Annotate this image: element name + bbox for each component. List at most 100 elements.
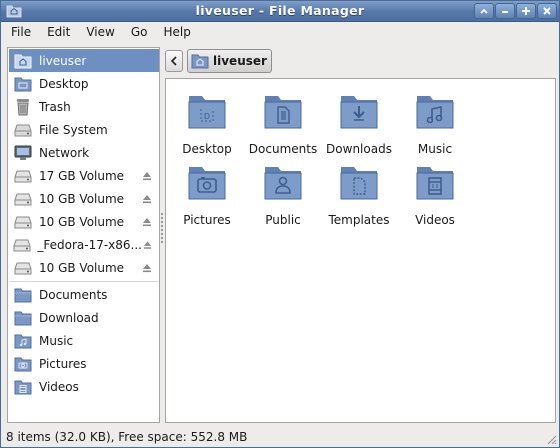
public-folder-icon bbox=[264, 167, 302, 200]
menu-view[interactable]: View bbox=[77, 22, 121, 42]
maximize-button[interactable] bbox=[516, 3, 536, 19]
drive-icon bbox=[14, 216, 32, 228]
minimize-icon bbox=[502, 11, 508, 13]
menu-edit[interactable]: Edit bbox=[38, 22, 77, 42]
sidebar-item-label: Videos bbox=[39, 379, 79, 394]
file-item-videos[interactable]: Videos bbox=[397, 163, 473, 227]
sidebar-item-label: Trash bbox=[39, 99, 71, 114]
path-bar: liveuser bbox=[165, 47, 272, 75]
file-item-downloads[interactable]: Downloads bbox=[321, 92, 397, 156]
sidebar-item-label: 10 GB Volume bbox=[39, 214, 125, 229]
file-item-label: Pictures bbox=[183, 213, 231, 227]
sidebar-item-label: liveuser bbox=[39, 53, 87, 68]
sidebar-item-17gb-volume[interactable]: 17 GB Volume bbox=[9, 164, 159, 187]
menu-go[interactable]: Go bbox=[122, 22, 155, 42]
sidebar-item-music[interactable]: Music bbox=[9, 329, 159, 352]
file-item-label: Desktop bbox=[182, 142, 232, 156]
minimize-button[interactable] bbox=[495, 3, 515, 19]
sidebar-item-download[interactable]: Download bbox=[9, 306, 159, 329]
close-icon bbox=[543, 7, 551, 15]
sidebar-item-documents[interactable]: Documents bbox=[9, 283, 159, 306]
file-item-public[interactable]: Public bbox=[245, 163, 321, 227]
sidebar-item-liveuser[interactable]: liveuser bbox=[9, 49, 159, 72]
drive-icon bbox=[14, 170, 32, 182]
maximize-icon bbox=[522, 7, 530, 15]
eject-icon[interactable] bbox=[141, 262, 153, 274]
sidebar-item-file-system[interactable]: File System bbox=[9, 118, 159, 141]
desktop-folder-icon: D bbox=[188, 96, 226, 129]
file-item-desktop[interactable]: D Desktop bbox=[169, 92, 245, 156]
file-item-label: Music bbox=[417, 142, 453, 156]
videos-folder-icon bbox=[416, 167, 454, 200]
resize-grip-icon[interactable] bbox=[545, 433, 557, 445]
sidebar-item-trash[interactable]: Trash bbox=[9, 95, 159, 118]
eject-icon[interactable] bbox=[142, 239, 153, 251]
sidebar-item-10gb-volume[interactable]: 10 GB Volume bbox=[9, 187, 159, 210]
sidebar-item-label: Music bbox=[39, 333, 74, 348]
folder-icon bbox=[14, 288, 32, 302]
file-item-label: Downloads bbox=[326, 142, 392, 156]
drive-icon bbox=[14, 193, 32, 205]
shade-button[interactable] bbox=[474, 3, 494, 19]
sidebar-item-desktop[interactable]: Desktop bbox=[9, 72, 159, 95]
downloads-folder-icon bbox=[340, 96, 378, 129]
sidebar-item-label: Network bbox=[39, 145, 90, 160]
file-view: D Desktop Documents Downloads Music Pict… bbox=[165, 78, 556, 423]
sidebar-item-network[interactable]: Network bbox=[9, 141, 159, 164]
file-item-label: Templates bbox=[328, 213, 390, 227]
file-item-documents[interactable]: Documents bbox=[245, 92, 321, 156]
eject-icon[interactable] bbox=[141, 170, 153, 182]
pictures-folder-icon bbox=[14, 357, 32, 371]
sidebar-separator bbox=[9, 281, 159, 282]
music-folder-icon bbox=[416, 96, 454, 129]
sidebar-item-label: Desktop bbox=[39, 76, 89, 91]
sidebar-item-videos[interactable]: Videos bbox=[9, 375, 159, 398]
menu-file[interactable]: File bbox=[1, 22, 38, 42]
chevron-left-icon bbox=[170, 56, 177, 66]
sidebar-item-label: 10 GB Volume bbox=[39, 191, 125, 206]
chevron-up-icon bbox=[480, 8, 488, 14]
trash-icon bbox=[17, 98, 29, 115]
home-folder-icon bbox=[191, 54, 209, 69]
file-manager-window: liveuser - File Manager File Edit View G… bbox=[0, 0, 560, 448]
sidebar-item-label: 17 GB Volume bbox=[39, 168, 125, 183]
sidebar-item-fedora-volume[interactable]: _Fedora-17-x86... bbox=[9, 233, 159, 256]
music-folder-icon bbox=[14, 334, 32, 348]
sidebar-item-label: Documents bbox=[39, 287, 108, 302]
breadcrumb-liveuser[interactable]: liveuser bbox=[187, 49, 272, 73]
pictures-folder-icon bbox=[188, 167, 226, 200]
path-back-button[interactable] bbox=[165, 50, 183, 72]
sidebar-item-label: _Fedora-17-x86... bbox=[37, 237, 142, 252]
eject-icon[interactable] bbox=[141, 216, 153, 228]
drive-icon bbox=[14, 262, 32, 274]
sidebar-item-label: File System bbox=[39, 122, 108, 137]
eject-icon[interactable] bbox=[141, 193, 153, 205]
status-text: 8 items (32.0 KB), Free space: 552.8 MB bbox=[6, 430, 248, 444]
status-bar: 8 items (32.0 KB), Free space: 552.8 MB bbox=[1, 426, 559, 447]
network-icon bbox=[14, 145, 32, 160]
close-button[interactable] bbox=[537, 3, 557, 19]
menu-bar: File Edit View Go Help bbox=[1, 22, 559, 42]
sidebar-item-label: Pictures bbox=[39, 356, 87, 371]
file-item-label: Public bbox=[265, 213, 301, 227]
sidebar-item-label: Download bbox=[39, 310, 99, 325]
desktop-folder-icon bbox=[14, 77, 32, 91]
documents-folder-icon bbox=[264, 96, 302, 129]
breadcrumb-label: liveuser bbox=[213, 54, 267, 68]
drive-icon bbox=[14, 124, 32, 136]
sidebar-item-label: 10 GB Volume bbox=[39, 260, 125, 275]
file-item-music[interactable]: Music bbox=[397, 92, 473, 156]
file-item-label: Documents bbox=[248, 142, 318, 156]
sidebar-item-pictures[interactable]: Pictures bbox=[9, 352, 159, 375]
file-item-pictures[interactable]: Pictures bbox=[169, 163, 245, 227]
title-bar[interactable]: liveuser - File Manager bbox=[1, 1, 559, 22]
file-item-templates[interactable]: Templates bbox=[321, 163, 397, 227]
places-sidebar: liveuser Desktop Trash File System Netwo… bbox=[7, 47, 160, 423]
sidebar-item-10gb-volume[interactable]: 10 GB Volume bbox=[9, 210, 159, 233]
svg-text:D: D bbox=[204, 112, 210, 121]
home-folder-icon bbox=[14, 54, 32, 68]
menu-help[interactable]: Help bbox=[154, 22, 197, 42]
sidebar-item-10gb-volume[interactable]: 10 GB Volume bbox=[9, 256, 159, 279]
pane-splitter-handle[interactable] bbox=[161, 211, 164, 251]
templates-folder-icon bbox=[340, 167, 378, 200]
